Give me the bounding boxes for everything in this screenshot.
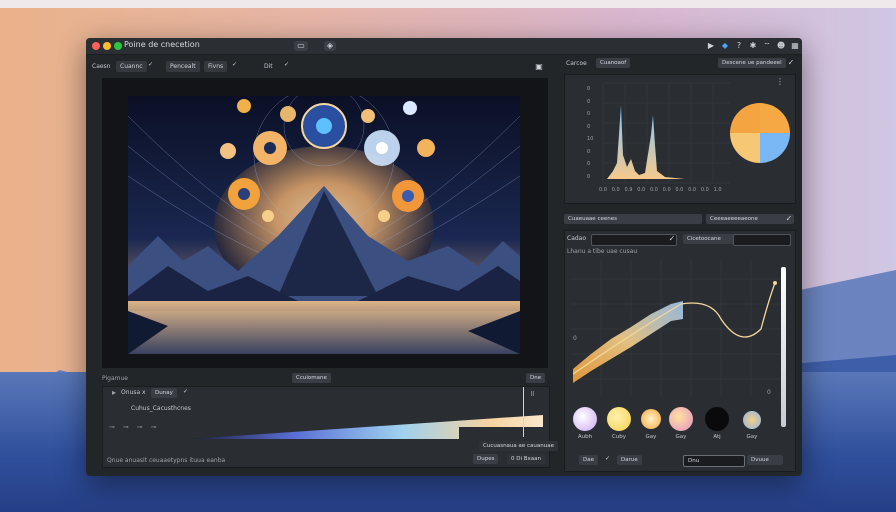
curve-y-label-top: 0 xyxy=(573,335,577,342)
maximize-window-button[interactable] xyxy=(114,42,122,50)
check-icon: ✓ xyxy=(148,61,154,68)
screen-top-edge xyxy=(0,0,896,8)
histogram-chart xyxy=(602,82,790,184)
right-mid-button-1[interactable]: Cuaeuaae ceenes xyxy=(564,214,702,224)
timeline-button-1[interactable]: Dupes xyxy=(473,454,499,464)
swatch-label-2: Cuby xyxy=(611,434,627,440)
bottom-button-1[interactable]: Dae xyxy=(579,455,598,465)
toolbar-label-2: Dit xyxy=(264,63,273,70)
timeline-button-2[interactable]: 0 Di Bxaan xyxy=(507,454,546,464)
histogram-panel: 00 00 10 0 00 0.0 0.0 0.9 0.0 0.0 0.0 0.0… xyxy=(564,74,796,204)
gradient-track[interactable] xyxy=(189,411,543,441)
layout-toggle-icon[interactable]: ▭ xyxy=(294,41,308,51)
color-swatch-6[interactable] xyxy=(743,411,761,429)
canvas-done-button[interactable]: Dne xyxy=(526,373,546,383)
color-swatch-5[interactable] xyxy=(705,407,729,431)
grid-icon[interactable]: ▦ xyxy=(790,41,800,51)
playhead[interactable] xyxy=(523,387,524,437)
settings-icon[interactable]: ✱ xyxy=(748,41,758,51)
bottom-button-2[interactable]: Darue xyxy=(617,455,642,465)
check-icon: ✓ xyxy=(284,61,290,68)
toolbar-button-1[interactable]: Cuannc xyxy=(116,61,147,72)
right-mid-button-2[interactable]: Ceeeaeeeeaeone xyxy=(706,214,794,224)
check-icon: ✓ xyxy=(183,388,189,395)
artwork-image xyxy=(128,96,520,354)
check-icon[interactable]: ✓ xyxy=(786,58,796,68)
help-icon[interactable]: ? xyxy=(734,41,744,51)
swatch-label-4: Gay xyxy=(675,434,687,440)
timeline-footer: Qnue anuasit ceuaaetypns ituua eanba xyxy=(107,457,226,464)
timeline-tab-2[interactable]: Dunay xyxy=(151,388,177,398)
minimize-window-button[interactable] xyxy=(103,42,111,50)
main-toolbar: Caesn Cuannc ✓ Pencealt Fivns ✓ Dit ✓ ▣ xyxy=(86,55,556,79)
check-icon[interactable]: ✓ xyxy=(784,214,794,224)
curve-editor[interactable] xyxy=(571,259,783,397)
app-window: Poine de cnecetion ▭ ◈ ▶ ◆ ? ✱ ⌔ ☻ ▦ Cae… xyxy=(86,38,802,476)
export-icon[interactable]: ▣ xyxy=(534,62,544,72)
color-swatch-3[interactable] xyxy=(641,409,661,429)
canvas-status-label: Pigamue xyxy=(102,375,128,382)
color-swatch-1[interactable] xyxy=(573,407,597,431)
x-tick-labels: 0.0 0.0 0.9 0.0 0.0 0.0 0.0 0.0 0.0 1.0 xyxy=(599,187,722,193)
canvas-status-button[interactable]: Ccuiomane xyxy=(292,373,331,383)
curve-panel: Cadao ✓ Cicetoocane Lhanu a tibe uae cus… xyxy=(564,230,796,472)
curve-tab-1[interactable]: Cadao xyxy=(567,233,586,244)
swatch-label-3: Gay xyxy=(645,434,657,440)
user-icon[interactable]: ☻ xyxy=(776,41,786,51)
toolbar-button-3[interactable]: Fivns xyxy=(204,61,228,72)
timeline-title: Cuhus_Cacusthcnes xyxy=(131,405,191,412)
right-label-1: Carcoe xyxy=(566,60,587,67)
track-keyframe-markers: ⊸⊸⊸⊸ xyxy=(109,423,165,431)
curve-scrollbar[interactable] xyxy=(781,267,786,427)
curve-preset-field[interactable] xyxy=(733,234,791,246)
curve-label: Lhanu a tibe uae cusau xyxy=(567,248,638,255)
play-icon[interactable]: ▶ xyxy=(706,41,716,51)
close-window-button[interactable] xyxy=(92,42,100,50)
color-swatch-2[interactable] xyxy=(607,407,631,431)
shield-icon[interactable]: ◈ xyxy=(324,41,336,51)
title-bar: Poine de cnecetion ▭ ◈ ▶ ◆ ? ✱ ⌔ ☻ ▦ xyxy=(86,38,802,55)
color-swatch-4[interactable] xyxy=(669,407,693,431)
curve-preset-button[interactable]: Cicetoocane xyxy=(683,234,735,244)
curve-y-label-bottom: 0 xyxy=(767,389,771,396)
timeline-tab-1[interactable]: Onusa x xyxy=(121,387,146,398)
swatch-label-6: Gay xyxy=(746,434,758,440)
right-button-3[interactable]: Descene ue pandeeel xyxy=(718,58,786,68)
swatch-label-5: Atj xyxy=(713,434,721,440)
bottom-button-4[interactable]: Dvuue xyxy=(747,455,783,465)
timeline-panel: ▸ Onusa x Dunay ✓ Cuhus_Cacusthcnes ⊸⊸⊸⊸… xyxy=(102,386,559,468)
panel-menu-icon[interactable]: ⋮ xyxy=(775,77,785,87)
shape-icon[interactable]: ◆ xyxy=(720,41,730,51)
right-button-2[interactable]: Cuanoaof xyxy=(596,58,631,68)
curve-dropdown[interactable] xyxy=(591,234,677,246)
swatch-label-1: Aubh xyxy=(577,434,593,440)
window-title: Poine de cnecetion xyxy=(124,40,200,49)
toolbar-button-2[interactable]: Pencealt xyxy=(166,61,200,72)
bottom-button-3[interactable]: Dnu xyxy=(683,455,745,467)
chevron-down-icon: ✓ xyxy=(668,234,676,243)
check-icon: ✓ xyxy=(605,455,611,462)
play-icon[interactable]: ▸ xyxy=(109,388,119,398)
wifi-icon[interactable]: ⌔ xyxy=(762,41,772,51)
toolbar-label: Caesn xyxy=(92,63,111,70)
pause-icon[interactable]: ॥ xyxy=(527,389,537,399)
check-icon: ✓ xyxy=(232,61,238,68)
y-tick-labels: 00 00 10 0 00 xyxy=(587,86,594,180)
image-canvas[interactable] xyxy=(102,78,548,368)
timeline-caption: Cucuasnaua ae cauanuae xyxy=(479,441,559,451)
